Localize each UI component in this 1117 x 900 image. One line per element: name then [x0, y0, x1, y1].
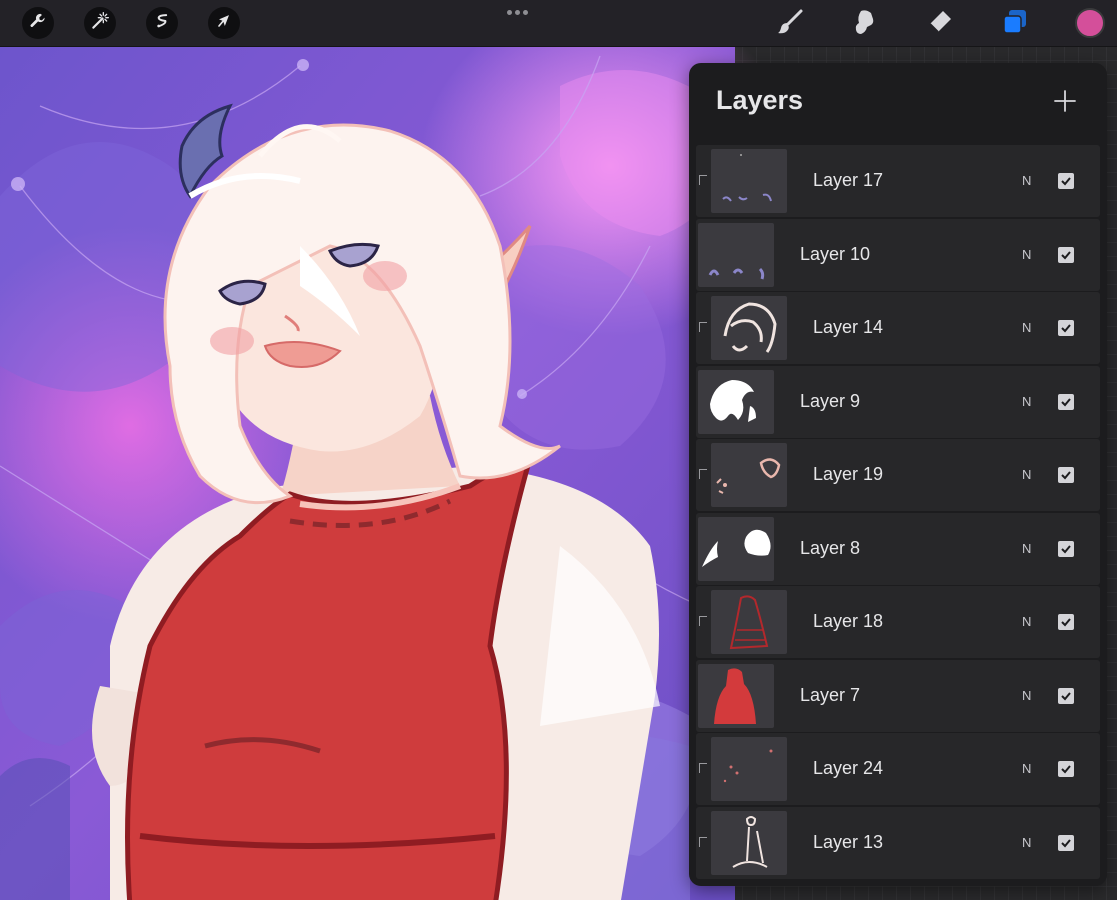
- plus-icon: [1054, 89, 1076, 117]
- layer-thumbnail: [698, 663, 774, 728]
- layer-name: Layer 8: [800, 537, 861, 558]
- wrench-icon: [28, 11, 48, 36]
- layer-row[interactable]: Layer 18 N: [696, 586, 1100, 658]
- layer-row[interactable]: Layer 19 N: [696, 439, 1100, 511]
- blend-mode-button[interactable]: N: [1022, 614, 1031, 629]
- layer-visibility-checkbox[interactable]: [1058, 393, 1074, 410]
- selection-icon: [152, 11, 172, 36]
- layer-visibility-checkbox[interactable]: [1058, 173, 1074, 189]
- layer-name: Layer 18: [813, 611, 884, 631]
- clipping-mask-indicator: [699, 322, 707, 332]
- checkmark-icon: [1061, 471, 1071, 480]
- layers-panel: Layers Layer 17 N Layer 10 N Layer 14 N …: [689, 63, 1107, 886]
- layer-thumbnail: [698, 222, 774, 287]
- layer-thumbnail: [711, 296, 787, 360]
- smudge-button[interactable]: [847, 7, 881, 41]
- brush-icon: [775, 7, 805, 42]
- blend-mode-button[interactable]: N: [1022, 173, 1031, 188]
- adjustments-button[interactable]: [84, 7, 116, 39]
- checkmark-icon: [1061, 397, 1071, 406]
- checkmark-icon: [1061, 691, 1071, 700]
- clipping-mask-indicator: [699, 469, 707, 479]
- checkmark-icon: [1061, 177, 1071, 186]
- layer-row[interactable]: Layer 8 N: [696, 512, 1100, 585]
- layer-thumbnail: [711, 737, 787, 801]
- layers-icon: [1000, 7, 1030, 42]
- layer-row[interactable]: Layer 10 N: [696, 218, 1100, 291]
- layer-thumbnail: [711, 810, 787, 875]
- selection-button[interactable]: [146, 7, 178, 39]
- layer-visibility-checkbox[interactable]: [1058, 467, 1074, 483]
- dot: [514, 9, 520, 15]
- layer-thumbnail: [711, 149, 787, 213]
- layer-row[interactable]: Layer 13 N: [696, 806, 1100, 879]
- layer-row[interactable]: Layer 9 N: [696, 365, 1100, 438]
- layer-visibility-checkbox[interactable]: [1058, 320, 1074, 336]
- arrow-cursor-icon: [214, 11, 234, 36]
- layer-name: Layer 7: [800, 684, 861, 705]
- layer-thumbnail: [711, 443, 787, 507]
- layer-visibility-checkbox[interactable]: [1058, 687, 1074, 704]
- checkmark-icon: [1061, 765, 1071, 774]
- checkmark-icon: [1061, 618, 1071, 627]
- blend-mode-button[interactable]: N: [1022, 394, 1031, 409]
- checkmark-icon: [1061, 838, 1071, 847]
- layer-thumbnail: [698, 369, 774, 434]
- dot: [522, 9, 528, 15]
- blend-mode-button[interactable]: N: [1022, 247, 1031, 262]
- layer-visibility-checkbox[interactable]: [1058, 246, 1074, 263]
- checkmark-icon: [1061, 324, 1071, 333]
- blend-mode-button[interactable]: N: [1022, 688, 1031, 703]
- magic-wand-icon: [90, 11, 110, 36]
- layer-name: Layer 14: [813, 317, 884, 337]
- dot: [506, 9, 512, 15]
- actions-button[interactable]: [22, 7, 54, 39]
- blend-mode-button[interactable]: N: [1022, 835, 1031, 850]
- layer-row[interactable]: Layer 7 N: [696, 659, 1100, 732]
- blend-mode-button[interactable]: N: [1022, 320, 1031, 335]
- layers-button[interactable]: [998, 7, 1032, 41]
- clipping-mask-indicator: [699, 836, 707, 847]
- layers-panel-title: Layers: [716, 85, 804, 115]
- add-layer-button[interactable]: [1049, 87, 1081, 119]
- layer-visibility-checkbox[interactable]: [1058, 834, 1074, 851]
- layer-row[interactable]: Layer 14 N: [696, 292, 1100, 364]
- layer-name: Layer 13: [813, 831, 884, 852]
- blend-mode-button[interactable]: N: [1022, 761, 1031, 776]
- layer-visibility-checkbox[interactable]: [1058, 614, 1074, 630]
- layer-row[interactable]: Layer 24 N: [696, 733, 1100, 805]
- layer-visibility-checkbox[interactable]: [1058, 761, 1074, 777]
- smudge-icon: [849, 7, 879, 42]
- layer-name: Layer 24: [813, 758, 884, 778]
- layer-visibility-checkbox[interactable]: [1058, 540, 1074, 557]
- clipping-mask-indicator: [699, 616, 707, 626]
- layer-row[interactable]: Layer 17 N: [696, 145, 1100, 217]
- blend-mode-button[interactable]: N: [1022, 467, 1031, 482]
- blend-mode-button[interactable]: N: [1022, 541, 1031, 556]
- layer-name: Layer 17: [813, 170, 884, 190]
- layer-thumbnail: [698, 516, 774, 581]
- clipping-mask-indicator: [699, 175, 707, 185]
- clipping-mask-indicator: [699, 763, 707, 773]
- more-options-button[interactable]: [500, 4, 534, 20]
- layer-name: Layer 9: [800, 390, 861, 411]
- layer-name: Layer 19: [813, 464, 884, 484]
- erase-button[interactable]: [923, 7, 957, 41]
- paint-button[interactable]: [773, 7, 807, 41]
- color-picker-button[interactable]: [1075, 8, 1105, 38]
- layer-thumbnail: [711, 590, 787, 654]
- transform-button[interactable]: [208, 7, 240, 39]
- checkmark-icon: [1061, 250, 1071, 259]
- layer-list: Layer 17 N Layer 10 N Layer 14 N Layer 9…: [696, 145, 1100, 880]
- top-toolbar: [0, 0, 1117, 47]
- checkmark-icon: [1061, 544, 1071, 553]
- layer-name: Layer 10: [800, 243, 871, 264]
- eraser-icon: [925, 7, 955, 42]
